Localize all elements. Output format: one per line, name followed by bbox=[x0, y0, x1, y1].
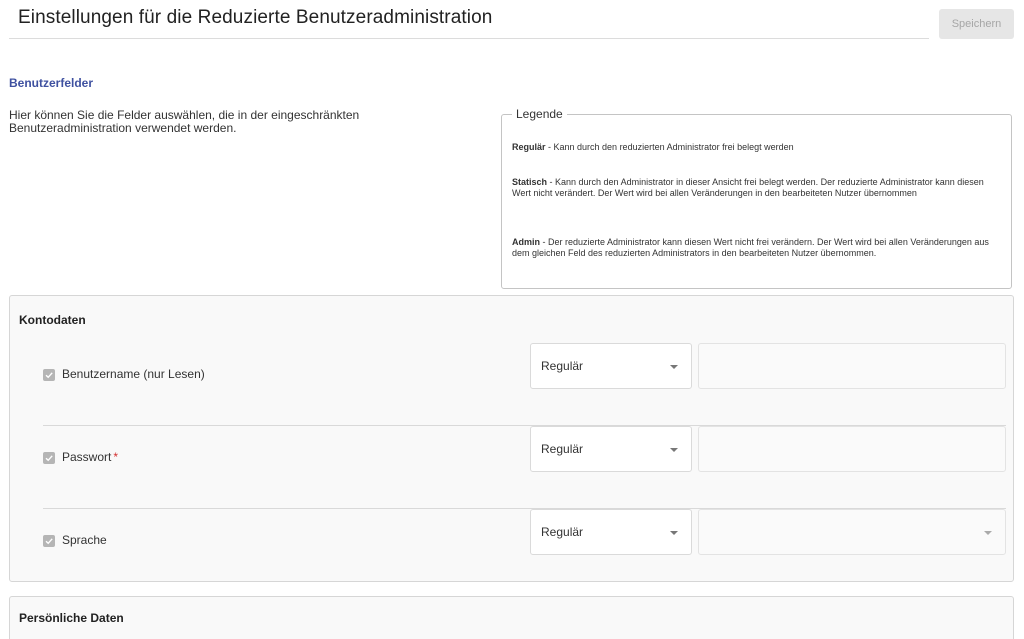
field-row-language: Sprache Regulär bbox=[43, 509, 1006, 592]
card-title: Kontodaten bbox=[19, 313, 86, 327]
legend-title: Legende bbox=[512, 107, 567, 121]
page-title: Einstellungen für die Reduzierte Benutze… bbox=[18, 7, 493, 28]
legend-description: - Kann durch den Administrator in dieser… bbox=[512, 177, 984, 198]
chevron-down-icon bbox=[670, 531, 678, 535]
field-row-password: Passwort * Regulär bbox=[43, 426, 1006, 509]
field-label: Passwort * bbox=[62, 450, 118, 464]
value-input[interactable] bbox=[698, 343, 1006, 389]
required-mark: * bbox=[113, 450, 119, 464]
check-icon bbox=[45, 372, 53, 379]
value-input[interactable] bbox=[698, 426, 1006, 472]
card-title: Persönliche Daten bbox=[19, 611, 124, 625]
field-label: Benutzername (nur Lesen) bbox=[62, 367, 205, 381]
mode-select[interactable]: Regulär bbox=[530, 509, 692, 555]
language-select[interactable] bbox=[698, 509, 1006, 555]
chevron-down-icon bbox=[670, 365, 678, 369]
mode-select[interactable]: Regulär bbox=[530, 343, 692, 389]
mode-select-value: Regulär bbox=[541, 442, 584, 456]
legend-entry-regular: Regulär - Kann durch den reduzierten Adm… bbox=[512, 142, 1002, 153]
chevron-down-icon bbox=[984, 531, 992, 535]
field-checkbox[interactable] bbox=[43, 535, 55, 547]
intro-text: Hier können Sie die Felder auswählen, di… bbox=[9, 108, 360, 135]
legend-term: Statisch bbox=[512, 177, 548, 187]
legend-term: Regulär bbox=[512, 142, 546, 152]
legend-description: - Der reduzierte Administrator kann dies… bbox=[512, 237, 989, 258]
header-divider bbox=[9, 38, 929, 39]
legend-term: Admin bbox=[512, 237, 540, 247]
section-heading: Benutzerfelder bbox=[9, 76, 94, 90]
mode-select[interactable]: Regulär bbox=[530, 426, 692, 472]
legend-entry-admin: Admin - Der reduzierte Administrator kan… bbox=[512, 237, 1002, 259]
check-icon bbox=[45, 538, 53, 545]
field-checkbox[interactable] bbox=[43, 452, 55, 464]
chevron-down-icon bbox=[670, 448, 678, 452]
field-label: Sprache bbox=[62, 533, 107, 547]
card-personal-data: Persönliche Daten bbox=[9, 596, 1014, 639]
check-icon bbox=[45, 455, 53, 462]
field-checkbox[interactable] bbox=[43, 369, 55, 381]
page-header: Einstellungen für die Reduzierte Benutze… bbox=[9, 0, 1014, 40]
legend-box: Legende Regulär - Kann durch den reduzie… bbox=[501, 107, 1012, 289]
legend-entry-static: Statisch - Kann durch den Administrator … bbox=[512, 177, 1002, 199]
mode-select-value: Regulär bbox=[541, 359, 584, 373]
card-account-data: Kontodaten Benutzername (nur Lesen) Regu… bbox=[9, 295, 1014, 582]
field-row-username: Benutzername (nur Lesen) Regulär bbox=[43, 343, 1006, 426]
legend-description: - Kann durch den reduzierten Administrat… bbox=[545, 142, 794, 152]
mode-select-value: Regulär bbox=[541, 525, 584, 539]
field-label-text: Passwort bbox=[62, 450, 112, 464]
save-button[interactable]: Speichern bbox=[939, 9, 1014, 39]
